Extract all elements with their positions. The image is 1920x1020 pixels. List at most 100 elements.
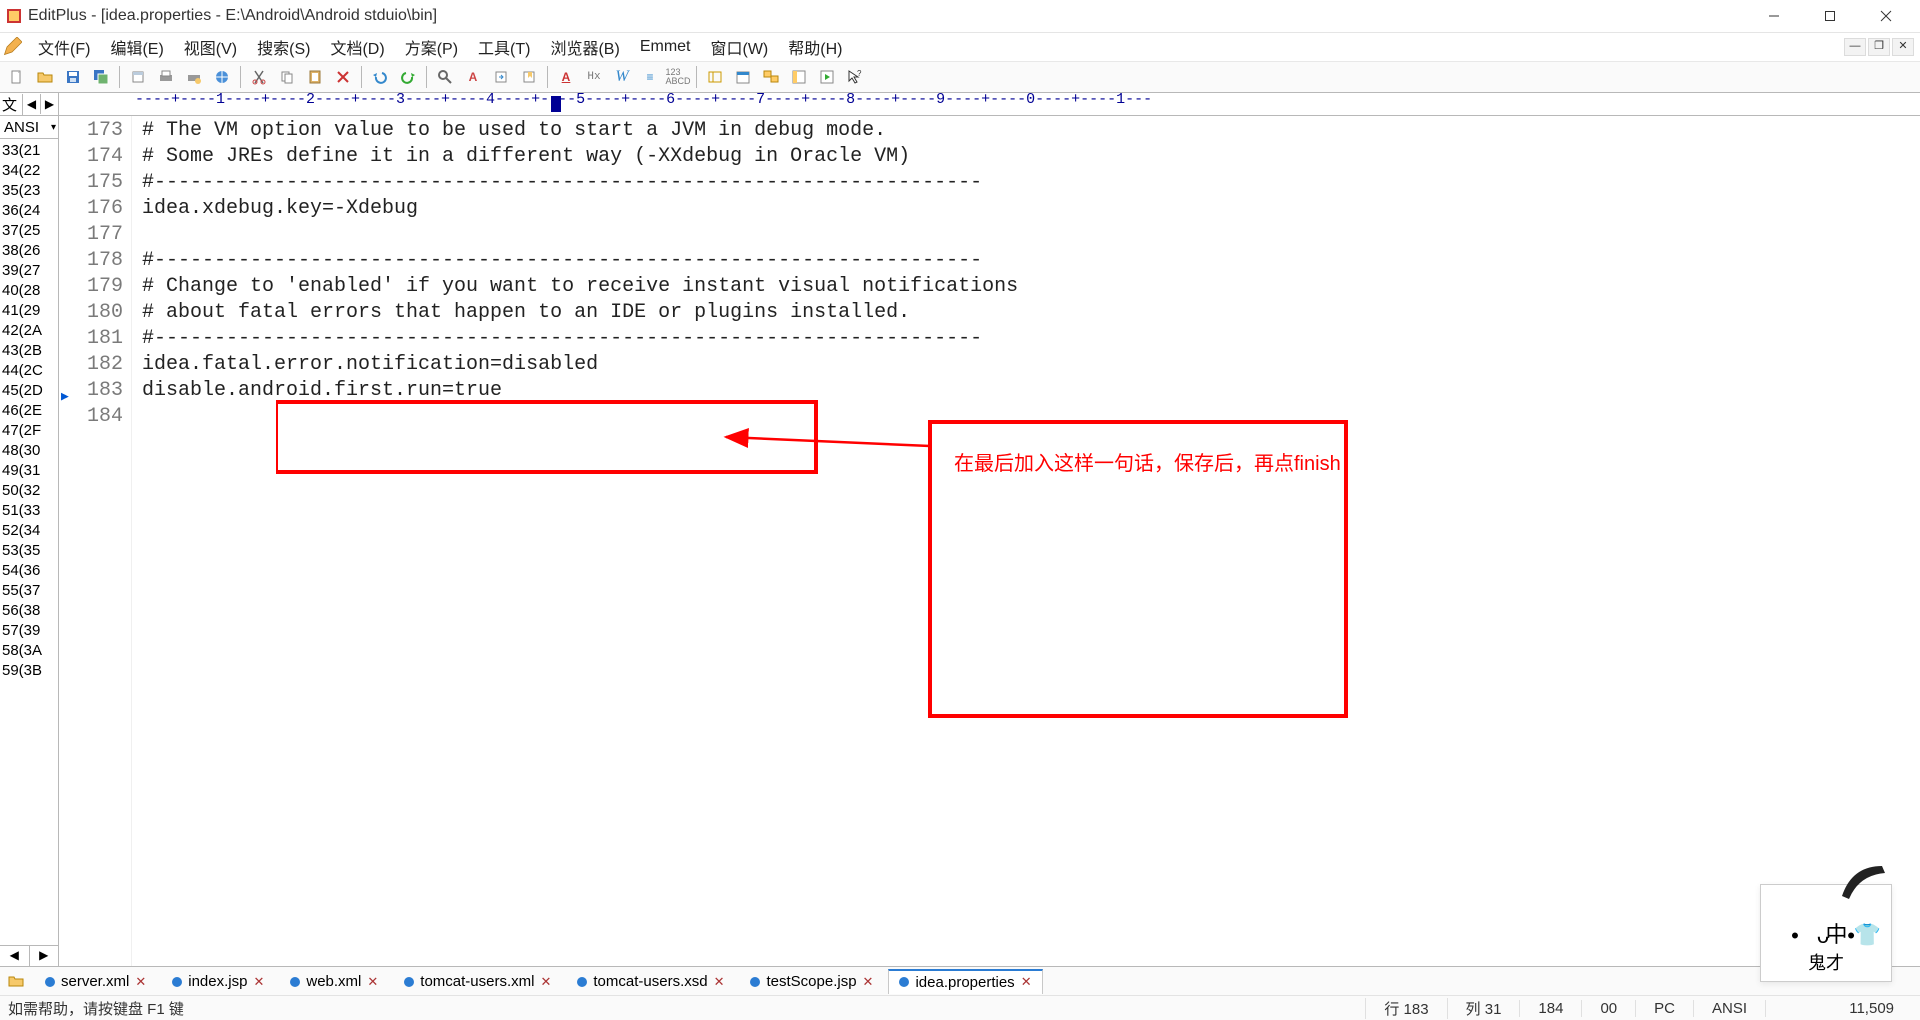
hex-icon[interactable]: Hx [581,64,607,90]
side-list-item[interactable]: 36(24 [0,201,58,221]
file-tab[interactable]: idea.properties✕ [888,969,1042,994]
file-tab-close-icon[interactable]: ✕ [253,974,264,990]
side-list-item[interactable]: 37(25 [0,221,58,241]
side-list-item[interactable]: 35(23 [0,181,58,201]
new-icon[interactable] [4,64,30,90]
window-list-icon[interactable] [758,64,784,90]
maximize-button[interactable] [1802,0,1858,32]
side-list-item[interactable]: 54(36 [0,561,58,581]
menu-window[interactable]: 窗口(W) [700,33,778,61]
save-all-icon[interactable] [88,64,114,90]
side-list-item[interactable]: 38(26 [0,241,58,261]
side-scroll-left-icon[interactable]: ◀ [0,946,30,966]
calendar-icon[interactable] [730,64,756,90]
side-list-item[interactable]: 49(31 [0,461,58,481]
side-list-item[interactable]: 53(35 [0,541,58,561]
print-preview-icon[interactable] [125,64,151,90]
folder-icon[interactable] [8,973,24,989]
browser-preview-icon[interactable] [209,64,235,90]
file-tab[interactable]: tomcat-users.xsd✕ [566,969,735,993]
copy-icon[interactable] [274,64,300,90]
file-tab-close-icon[interactable]: ✕ [1021,974,1032,990]
code-area[interactable]: # The VM option value to be used to star… [132,116,1920,966]
help-cursor-icon[interactable]: ? [842,64,868,90]
code-editor[interactable]: 173 174 175 176 177 178 179 180 181 182 … [59,116,1920,966]
side-nav-left-icon[interactable]: ◀ [23,94,41,114]
font-color-icon[interactable]: A [553,64,579,90]
word-wrap-icon[interactable]: W [609,64,635,90]
file-tab[interactable]: index.jsp✕ [161,969,275,993]
file-tab-close-icon[interactable]: ✕ [367,974,378,990]
menu-emmet[interactable]: Emmet [630,36,701,58]
mdi-minimize[interactable]: — [1844,38,1866,56]
menu-project[interactable]: 方案(P) [395,33,468,61]
toggle-panel-icon[interactable] [786,64,812,90]
side-list-item[interactable]: 34(22 [0,161,58,181]
ruler-icon[interactable]: 123ABCD [665,64,691,90]
side-list-item[interactable]: 41(29 [0,301,58,321]
bookmark-icon[interactable] [516,64,542,90]
toolbar-sep [426,66,427,88]
print-settings-icon[interactable] [181,64,207,90]
mdi-close[interactable]: ✕ [1892,38,1914,56]
cut-icon[interactable] [246,64,272,90]
file-tab-close-icon[interactable]: ✕ [714,974,725,990]
close-button[interactable] [1858,0,1914,32]
menu-document[interactable]: 文档(D) [320,33,394,61]
side-list-item[interactable]: 46(2E [0,401,58,421]
file-tab-close-icon[interactable]: ✕ [863,974,874,990]
minimize-button[interactable] [1746,0,1802,32]
side-list-item[interactable]: 56(38 [0,601,58,621]
side-list-item[interactable]: 50(32 [0,481,58,501]
side-list-item[interactable]: 55(37 [0,581,58,601]
delete-icon[interactable] [330,64,356,90]
side-list-item[interactable]: 59(3B [0,661,58,681]
menu-browser[interactable]: 浏览器(B) [540,33,629,61]
run-icon[interactable] [814,64,840,90]
menu-edit[interactable]: 编辑(E) [100,33,173,61]
toolbar: A A Hx W ≡ 123ABCD ? [0,62,1920,93]
goto-icon[interactable] [488,64,514,90]
menu-tools[interactable]: 工具(T) [468,33,540,61]
side-scroll-right-icon[interactable]: ▶ [30,946,59,966]
mdi-restore[interactable]: ❐ [1868,38,1890,56]
side-list-item[interactable]: 44(2C [0,361,58,381]
pencil-icon [2,37,22,57]
side-list-item[interactable]: 47(2F [0,421,58,441]
menu-file[interactable]: 文件(F) [28,33,100,61]
col-select-icon[interactable] [702,64,728,90]
side-list-item[interactable]: 45(2D [0,381,58,401]
file-tab[interactable]: web.xml✕ [279,969,389,993]
side-list-item[interactable]: 40(28 [0,281,58,301]
find-icon[interactable] [432,64,458,90]
file-tab-close-icon[interactable]: ✕ [135,974,146,990]
side-list-item[interactable]: 52(34 [0,521,58,541]
file-tab[interactable]: testScope.jsp✕ [739,969,884,993]
side-list-item[interactable]: 42(2A [0,321,58,341]
side-char-list[interactable]: 33(2134(2235(2336(2437(2538(2639(2740(28… [0,139,58,945]
menu-help[interactable]: 帮助(H) [778,33,852,61]
side-list-item[interactable]: 58(3A [0,641,58,661]
side-list-item[interactable]: 43(2B [0,341,58,361]
side-tab-dir[interactable]: 文 [0,94,23,115]
undo-icon[interactable] [367,64,393,90]
open-icon[interactable] [32,64,58,90]
side-list-item[interactable]: 57(39 [0,621,58,641]
side-list-item[interactable]: 51(33 [0,501,58,521]
print-icon[interactable] [153,64,179,90]
side-list-item[interactable]: 39(27 [0,261,58,281]
menu-view[interactable]: 视图(V) [174,33,247,61]
menu-search[interactable]: 搜索(S) [247,33,320,61]
encoding-dropdown[interactable]: ANSI ▾ [0,116,58,139]
file-tab[interactable]: server.xml✕ [34,969,157,993]
file-tab[interactable]: tomcat-users.xml✕ [393,969,562,993]
file-tab-close-icon[interactable]: ✕ [540,974,551,990]
line-num-icon[interactable]: ≡ [637,64,663,90]
redo-icon[interactable] [395,64,421,90]
side-list-item[interactable]: 33(21 [0,141,58,161]
save-icon[interactable] [60,64,86,90]
side-nav-right-icon[interactable]: ▶ [41,94,58,114]
side-list-item[interactable]: 48(30 [0,441,58,461]
find-replace-icon[interactable]: A [460,64,486,90]
paste-icon[interactable] [302,64,328,90]
